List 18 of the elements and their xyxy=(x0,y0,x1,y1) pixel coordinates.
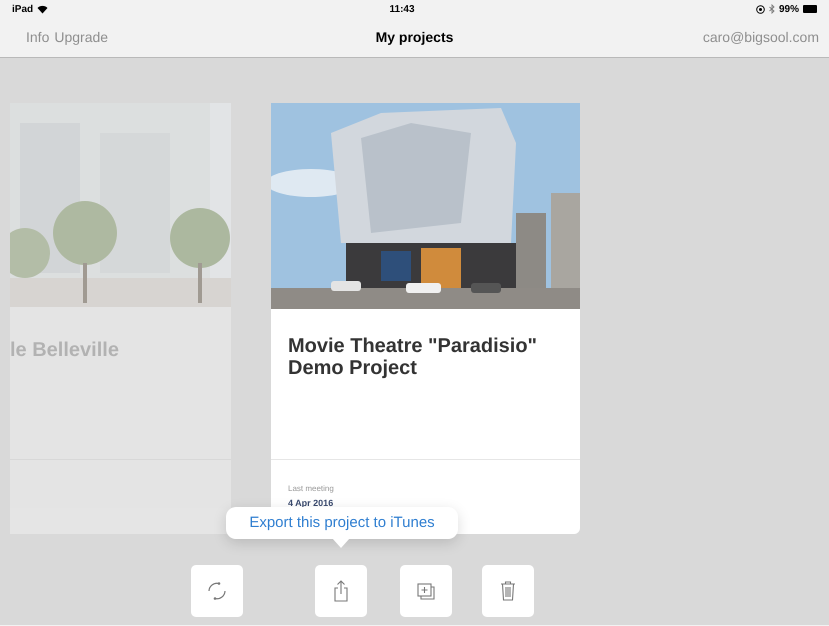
meeting-label: Last meeting xyxy=(287,483,335,495)
nav-link[interactable]: Upgrade xyxy=(54,27,108,48)
wifi-icon xyxy=(37,4,48,14)
duplicate-button[interactable] xyxy=(400,565,452,617)
project-title: Movie Theatre "Paradisio" Demo Project xyxy=(271,309,580,460)
nav-link[interactable]: Info xyxy=(26,27,50,48)
trash-button[interactable] xyxy=(482,565,534,617)
bluetooth-icon xyxy=(768,4,775,14)
device-name: iPad xyxy=(12,2,34,16)
share-button[interactable] xyxy=(315,565,367,617)
meeting-date: 4 Apr 2016 xyxy=(287,497,334,510)
tooltip-arrow xyxy=(332,538,350,548)
battery-icon xyxy=(802,5,817,13)
battery-percent: 99% xyxy=(778,2,799,16)
status-time: 11:43 xyxy=(390,2,415,16)
export-tooltip: Export this project to iTunes xyxy=(226,507,458,539)
account-link[interactable]: caro@bigsool.com xyxy=(702,27,819,48)
page-title: My projects xyxy=(376,28,454,47)
